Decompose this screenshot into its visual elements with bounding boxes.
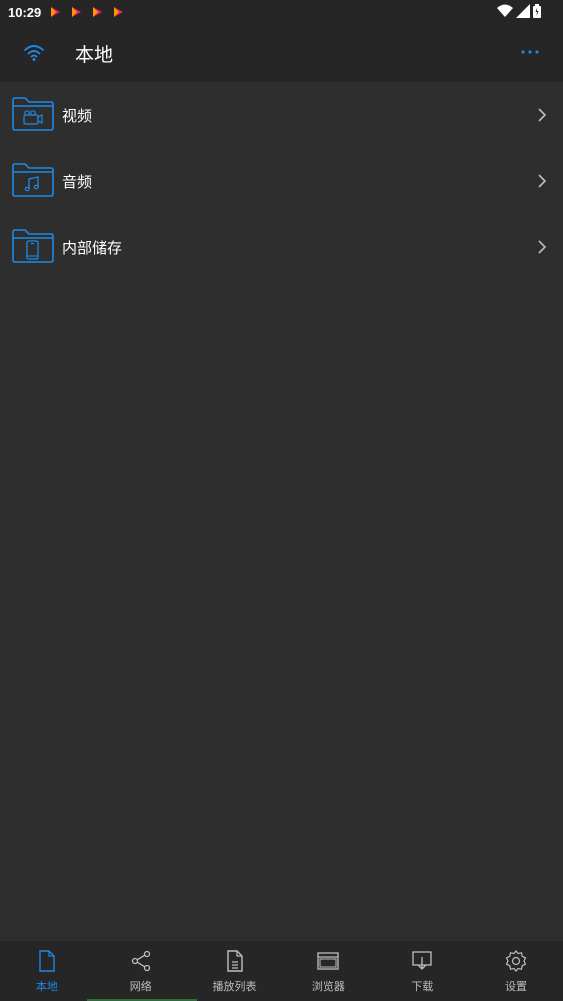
list-item-video[interactable]: 视频 — [0, 82, 563, 148]
share-icon — [131, 950, 150, 972]
music-folder-icon — [12, 163, 54, 197]
page-title: 本地 — [75, 44, 114, 66]
nav-label: 本地 — [35, 980, 58, 993]
nav-label: 浏览器 — [311, 980, 345, 993]
folder-list: 视频 音频 内部储存 — [0, 82, 563, 280]
nav-item-playlist[interactable]: 播放列表 — [188, 941, 282, 1001]
wifi-icon — [497, 4, 513, 17]
chevron-right-icon — [538, 174, 547, 188]
list-item-label: 视频 — [62, 107, 93, 125]
nav-item-download[interactable]: 下载 — [375, 941, 469, 1001]
nav-item-network[interactable]: 网络 — [94, 941, 188, 1001]
file-icon — [39, 950, 55, 972]
nav-label: 设置 — [505, 980, 528, 993]
nav-label: 网络 — [129, 980, 152, 993]
nav-item-browser[interactable]: 浏览器 — [281, 941, 375, 1001]
status-right-icons — [497, 4, 541, 18]
app-bar: 本地 — [0, 24, 563, 82]
nav-label: 播放列表 — [212, 980, 257, 993]
video-folder-icon — [12, 97, 54, 131]
list-item-audio[interactable]: 音频 — [0, 148, 563, 214]
list-item-internal-storage[interactable]: 内部储存 — [0, 214, 563, 280]
more-icon[interactable] — [519, 42, 541, 62]
browser-window-icon — [317, 952, 340, 970]
play-store-icon — [51, 7, 61, 17]
chevron-right-icon — [538, 240, 547, 254]
download-icon — [412, 951, 432, 970]
battery-icon — [533, 4, 541, 18]
gear-icon — [505, 950, 527, 972]
play-store-icon — [114, 7, 124, 17]
list-item-label: 音频 — [62, 173, 93, 191]
chevron-right-icon — [538, 108, 547, 122]
status-bar: 10:29 — [0, 0, 563, 24]
list-item-label: 内部储存 — [62, 239, 123, 257]
play-store-icon — [93, 7, 103, 17]
document-icon — [226, 950, 243, 972]
signal-icon — [516, 4, 530, 18]
nav-item-settings[interactable]: 设置 — [469, 941, 563, 1001]
wifi-icon[interactable] — [22, 41, 46, 65]
status-time: 10:29 — [8, 4, 42, 20]
phone-storage-folder-icon — [12, 229, 54, 263]
play-store-icon — [72, 7, 82, 17]
notification-icons — [49, 6, 124, 18]
nav-label: 下载 — [411, 980, 434, 993]
bottom-nav: 本地 网络 播放列表 浏览器 下载 设置 — [0, 941, 563, 1001]
nav-item-local[interactable]: 本地 — [0, 941, 94, 1001]
